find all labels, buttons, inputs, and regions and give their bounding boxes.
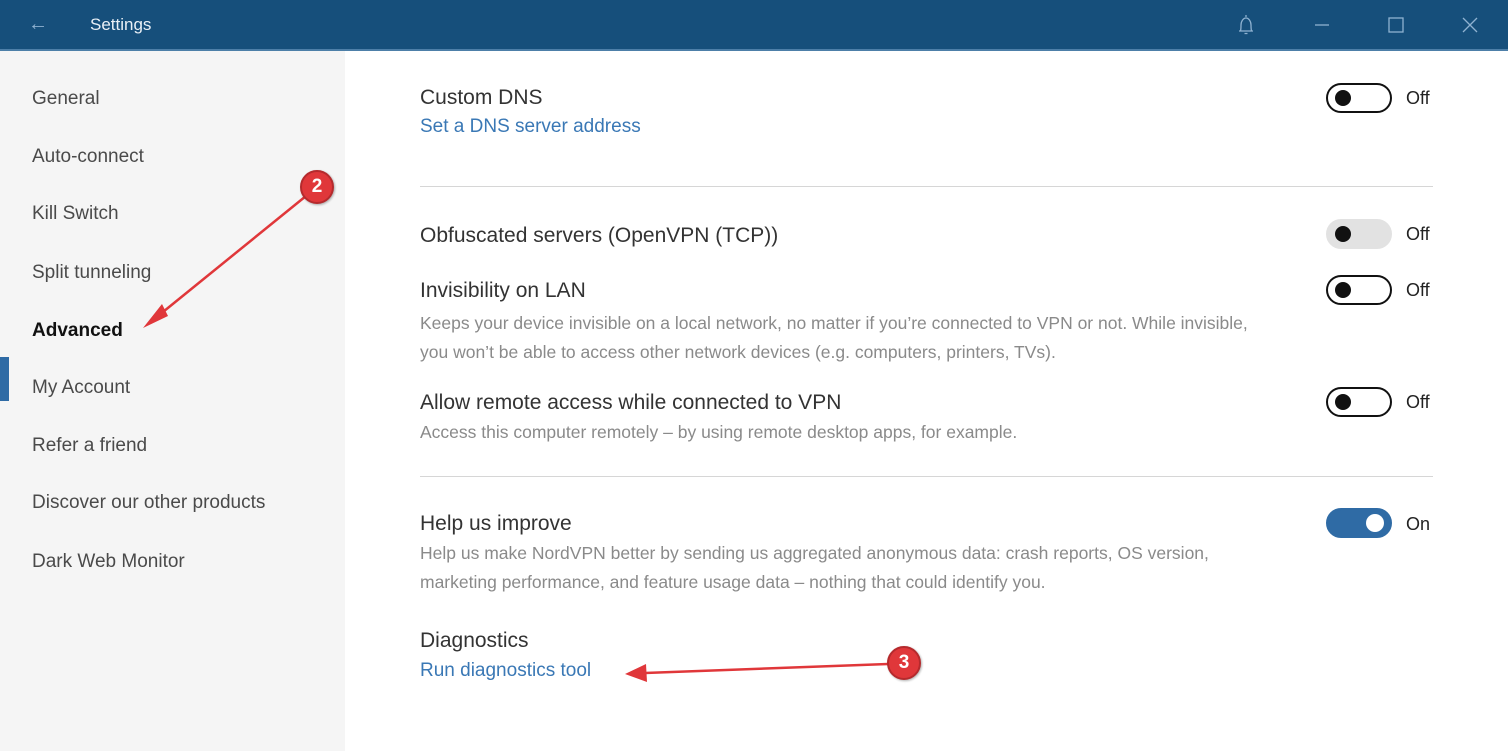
obfuscated-servers-label: Obfuscated servers (OpenVPN (TCP)) (420, 224, 779, 247)
set-dns-link[interactable]: Set a DNS server address (420, 116, 641, 138)
diagnostics-label: Diagnostics (420, 629, 529, 652)
sidebar-item-kill-switch[interactable]: Kill Switch (32, 203, 119, 225)
help-improve-description: Help us make NordVPN better by sending u… (420, 539, 1380, 597)
custom-dns-state: Off (1406, 88, 1430, 108)
close-button[interactable] (1455, 10, 1485, 40)
description-line: Keeps your device invisible on a local n… (420, 313, 1248, 333)
invisibility-lan-state: Off (1406, 280, 1430, 300)
maximize-button[interactable] (1381, 10, 1411, 40)
remote-access-toggle[interactable] (1326, 387, 1392, 417)
toggle-knob (1335, 90, 1351, 106)
maximize-icon (1388, 17, 1404, 33)
run-diagnostics-link[interactable]: Run diagnostics tool (420, 660, 591, 682)
remote-access-description: Access this computer remotely – by using… (420, 422, 1018, 442)
custom-dns-label: Custom DNS (420, 86, 543, 109)
invisibility-lan-toggle[interactable] (1326, 275, 1392, 305)
sidebar-item-refer-a-friend[interactable]: Refer a friend (32, 435, 147, 457)
divider (420, 476, 1433, 477)
obfuscated-servers-state: Off (1406, 224, 1430, 244)
window-title: Settings (90, 15, 152, 34)
description-line: you won’t be able to access other networ… (420, 342, 1056, 362)
sidebar-item-split-tunneling[interactable]: Split tunneling (32, 262, 151, 284)
sidebar-item-general[interactable]: General (32, 88, 100, 110)
annotation-badge-3: 3 (887, 646, 921, 680)
minimize-button[interactable] (1307, 10, 1337, 40)
description-line: marketing performance, and feature usage… (420, 572, 1046, 592)
help-improve-toggle[interactable] (1326, 508, 1392, 538)
settings-panel: Custom DNS Set a DNS server address Off … (345, 51, 1508, 751)
arrow-left-icon: ← (28, 13, 48, 35)
title-bar: ← Settings (0, 0, 1508, 51)
close-icon (1462, 17, 1478, 33)
divider (420, 186, 1433, 187)
obfuscated-servers-toggle[interactable] (1326, 219, 1392, 249)
toggle-knob (1335, 394, 1351, 410)
minimize-icon (1315, 24, 1329, 26)
toggle-knob (1366, 514, 1384, 532)
sidebar-item-advanced[interactable]: Advanced (32, 320, 123, 342)
back-button[interactable]: ← (26, 12, 50, 36)
toggle-knob (1335, 226, 1351, 242)
sidebar-item-dark-web-monitor[interactable]: Dark Web Monitor (32, 551, 185, 573)
toggle-knob (1335, 282, 1351, 298)
custom-dns-toggle[interactable] (1326, 83, 1392, 113)
help-improve-state: On (1406, 514, 1431, 534)
remote-access-label: Allow remote access while connected to V… (420, 391, 842, 414)
sidebar-item-discover-products[interactable]: Discover our other products (32, 492, 265, 514)
remote-access-state: Off (1406, 392, 1430, 412)
active-indicator (0, 357, 9, 401)
help-improve-label: Help us improve (420, 512, 572, 535)
bell-icon (1239, 15, 1253, 35)
invisibility-lan-label: Invisibility on LAN (420, 279, 586, 302)
notifications-button[interactable] (1231, 10, 1261, 40)
sidebar-item-auto-connect[interactable]: Auto-connect (32, 146, 144, 168)
sidebar: General Auto-connect Kill Switch Split t… (0, 51, 345, 751)
invisibility-lan-description: Keeps your device invisible on a local n… (420, 309, 1380, 367)
description-line: Help us make NordVPN better by sending u… (420, 543, 1209, 563)
sidebar-item-my-account[interactable]: My Account (32, 377, 130, 399)
annotation-badge-2: 2 (300, 170, 334, 204)
